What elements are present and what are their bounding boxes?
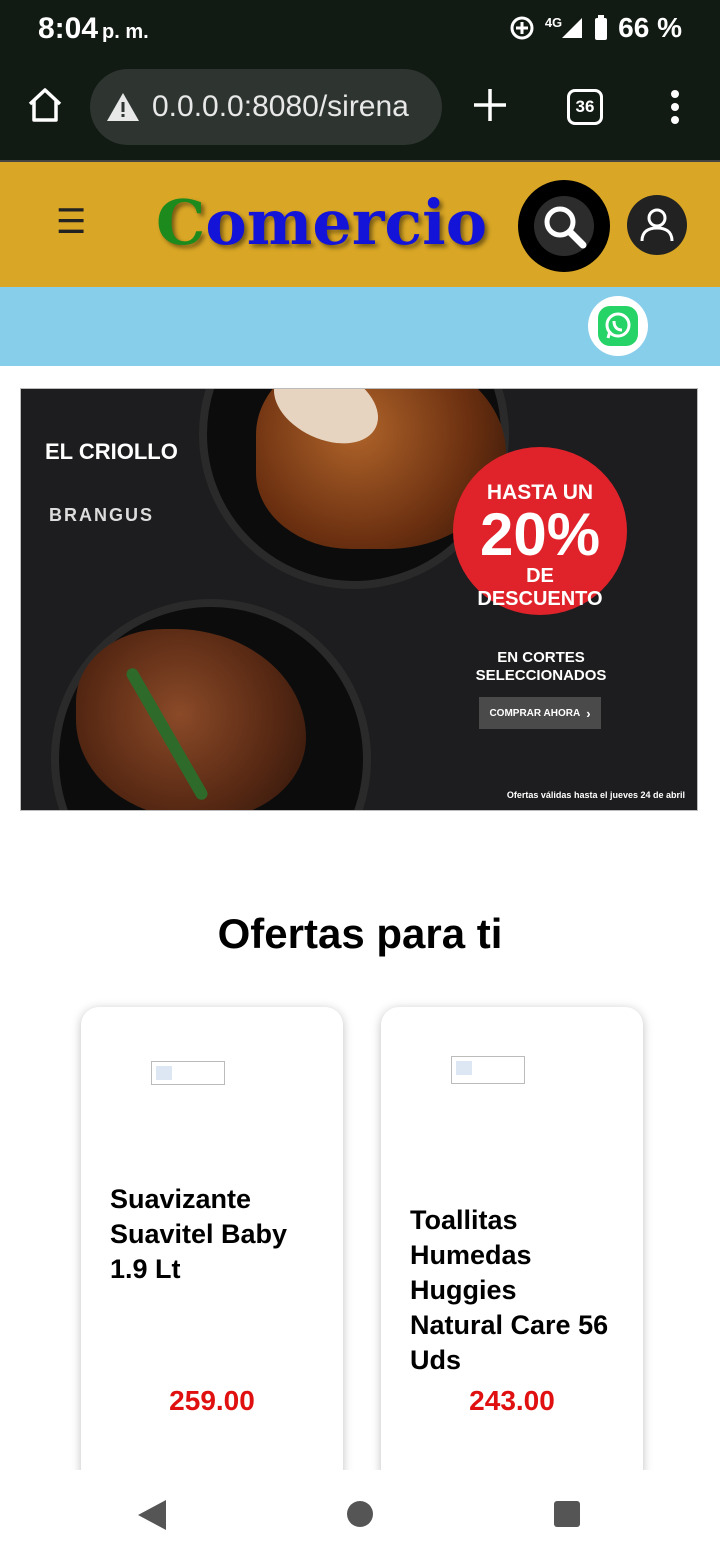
- broken-image-icon: [151, 1061, 225, 1085]
- offer-validity: Ofertas válidas hasta el jueves 24 de ab…: [506, 790, 685, 800]
- url-text: 0.0.0.0:8080/sirena: [152, 90, 409, 123]
- shop-now-button[interactable]: COMPRAR AHORA ›: [479, 697, 601, 729]
- tab-switcher-button[interactable]: 36: [567, 89, 603, 125]
- banner-subtitle: EN CORTES SELECCIONADOS: [475, 649, 607, 684]
- hamburger-menu-icon[interactable]: ☰: [56, 202, 86, 242]
- battery-percent: 66 %: [618, 12, 682, 43]
- shop-now-label: COMPRAR AHORA: [489, 707, 581, 719]
- status-ampm: p. m.: [102, 21, 149, 43]
- system-nav-bar: [0, 1470, 720, 1560]
- user-account-button[interactable]: [627, 195, 687, 255]
- product-name: Toallitas Humedas Huggies Natural Care 5…: [410, 1205, 609, 1375]
- home-nav-icon[interactable]: [346, 1500, 374, 1528]
- status-right: 4G 66 %: [509, 12, 682, 44]
- product-name: Suavizante Suavitel Baby 1.9 Lt: [110, 1184, 288, 1284]
- battery-icon: [595, 15, 608, 40]
- chevron-right-icon: ›: [586, 705, 591, 721]
- product-card[interactable]: Suavizante Suavitel Baby 1.9 Lt 259.00: [81, 1007, 343, 1487]
- site-logo[interactable]: Comercio: [156, 186, 487, 259]
- recents-icon[interactable]: [553, 1500, 581, 1528]
- badge-line-4: DESCUENTO: [477, 588, 603, 610]
- status-bar: 8:04 p. m. 4G 66 %: [0, 0, 720, 56]
- new-tab-icon[interactable]: [472, 87, 508, 123]
- discount-badge: HASTA UN 20% DE DESCUENTO: [453, 447, 627, 615]
- signal-icon: [562, 18, 583, 38]
- whatsapp-button[interactable]: [588, 296, 648, 356]
- back-icon[interactable]: [136, 1498, 168, 1532]
- tab-count: 36: [575, 97, 595, 116]
- product-price: 243.00: [469, 1385, 555, 1416]
- home-icon[interactable]: [26, 86, 64, 124]
- site-header: ☰ Comercio: [0, 160, 720, 287]
- address-bar[interactable]: 0.0.0.0:8080/sirena: [90, 69, 442, 145]
- brand-logo-criollo: EL CRIOLLO: [45, 439, 178, 464]
- more-options-icon[interactable]: [668, 89, 682, 125]
- offers-heading: Ofertas para ti: [217, 910, 503, 957]
- logo-first-letter: C: [156, 186, 206, 259]
- broken-image-icon: [451, 1056, 525, 1084]
- user-icon: [640, 208, 674, 242]
- status-time-value: 8:04: [38, 12, 99, 45]
- data-saver-icon: [510, 16, 534, 40]
- status-time: 8:04 p. m.: [38, 12, 149, 46]
- whatsapp-icon: [598, 306, 638, 346]
- logo-rest: omercio: [205, 186, 488, 259]
- brand-logo-brangus: BRANGUS: [49, 505, 155, 525]
- search-button[interactable]: [518, 180, 610, 272]
- product-price: 259.00: [169, 1385, 255, 1416]
- badge-percent: 20%: [479, 501, 601, 568]
- product-card[interactable]: Toallitas Humedas Huggies Natural Care 5…: [381, 1007, 643, 1487]
- badge-line-3: DE: [526, 565, 554, 587]
- promo-banner[interactable]: EL CRIOLLO BRANGUS HASTA UN 20% DE DESCU…: [20, 388, 698, 811]
- contact-strip: [0, 287, 720, 366]
- warning-icon: [107, 93, 139, 121]
- search-icon: [534, 196, 594, 256]
- browser-toolbar: 0.0.0.0:8080/sirena 36: [0, 56, 720, 160]
